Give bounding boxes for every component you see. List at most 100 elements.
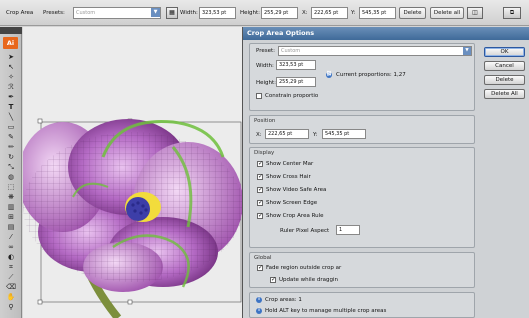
slice-tool-icon[interactable]: ⟋ [5,273,17,282]
position-x-field[interactable]: 222,65 pt [265,129,309,139]
constrain-proportions-label: Constrain proportio [265,93,319,99]
eraser-tool-icon[interactable]: ⌫ [5,283,17,292]
dialog-title[interactable]: Crop Area Options [243,27,529,40]
global-title: Global [254,255,272,261]
presets-value: Custom [76,10,96,16]
delete-all-button[interactable]: Delete all [430,7,464,19]
cancel-button[interactable]: Cancel [484,61,525,71]
show-cross-hairs-checkbox[interactable] [257,173,263,180]
constrain-proportions-checkbox[interactable] [256,93,262,99]
x-label: X: [302,10,308,16]
live-paint-tool-icon[interactable]: ◐ [5,253,17,262]
x-field[interactable]: 222,65 pt [311,7,348,19]
hand-tool-icon[interactable]: ✋ [5,293,17,302]
delete-button[interactable]: Delete [484,75,525,85]
chevron-down-icon: ▼ [151,8,160,17]
tools-panel-header[interactable] [0,27,22,34]
update-while-dragging-checkbox[interactable] [270,276,276,283]
show-screen-edge-checkbox[interactable] [257,199,263,206]
preset-dropdown[interactable]: Custom ▼ [278,46,472,56]
width-field[interactable]: 323,53 pt [276,60,316,70]
crop-area-tool-icon[interactable]: ⌗ [5,263,17,272]
width-label: Width: [256,63,274,69]
presets-label: Presets: [43,10,65,16]
alt-key-hint: Hold ALT key to manage multiple crop are… [265,308,387,314]
zoom-tool-icon[interactable]: ⚲ [5,303,17,312]
line-tool-icon[interactable]: ╲ [5,113,17,122]
height-label: Height: [240,10,261,16]
symbol-sprayer-tool-icon[interactable]: ❋ [5,193,17,202]
preset-group: Preset: Custom ▼ Width: 323,53 pt ⛓ Curr… [249,43,475,111]
position-group: Position X: 222,65 pt Y: 545,35 pt [249,115,475,144]
position-x-label: X: [256,132,262,138]
presets-dropdown[interactable]: Custom ▼ [73,7,161,19]
blend-tool-icon[interactable]: ∞ [5,243,17,252]
ai-logo: Ai [3,37,18,49]
height-field[interactable]: 255,29 pt [276,77,316,87]
show-center-mark-label: Show Center Mar [266,161,314,167]
control-bar: Crop Area Presets: Custom ▼ ▦ Width: 323… [0,0,529,26]
delete-button[interactable]: Delete [399,7,426,19]
show-center-mark-checkbox[interactable] [257,160,263,167]
y-label: Y: [351,10,356,16]
lasso-tool-icon[interactable]: ℛ [5,83,17,92]
link-proportions-icon[interactable]: ⛓ [326,72,332,78]
pencil-tool-icon[interactable]: ✏ [5,143,17,152]
display-title: Display [254,150,275,156]
info-group: i Crop areas: 1 i Hold ALT key to manage… [249,292,475,318]
scale-tool-icon[interactable]: ⤡ [5,163,17,172]
show-screen-edge-label: Show Screen Edge [266,200,318,206]
fade-region-checkbox[interactable] [257,264,263,271]
ok-button[interactable]: OK [484,47,525,57]
pen-tool-icon[interactable]: ✒ [5,93,17,102]
crop-area-options-dialog: Crop Area Options Preset: Custom ▼ Width… [242,27,529,318]
mesh-tool-icon[interactable]: ⊞ [5,213,17,222]
info-icon: i [256,308,262,314]
crop-area-label: Crop Area [6,10,34,16]
flower-artwork [23,118,242,318]
artboard-canvas[interactable] [23,27,242,318]
preset-value: Custom [281,48,301,54]
warp-tool-icon[interactable]: ◍ [5,173,17,182]
width-field[interactable]: 323,53 pt [199,7,236,19]
crop-options-icon[interactable]: ▦ [166,7,178,19]
type-tool-icon[interactable]: T [5,103,17,112]
position-title: Position [254,118,276,124]
free-transform-tool-icon[interactable]: ⬚ [5,183,17,192]
crop-areas-count: Crop areas: 1 [265,297,302,303]
height-field[interactable]: 255,29 pt [261,7,298,19]
display-group: Display Show Center Mar Show Cross Hair … [249,147,475,248]
global-group: Global Fade region outside crop ar Updat… [249,252,475,288]
fade-region-label: Fade region outside crop ar [266,265,342,271]
position-y-label: Y: [313,132,318,138]
ruler-pixel-aspect-field[interactable]: 1 [336,225,360,235]
direct-selection-tool-icon[interactable]: ↖ [5,63,17,72]
info-icon: i [256,297,262,303]
magic-wand-tool-icon[interactable]: ✧ [5,73,17,82]
preset-label: Preset: [256,48,276,54]
height-label: Height: [256,80,277,86]
position-y-field[interactable]: 545,35 pt [322,129,366,139]
panel-menu-icon[interactable]: ⧉ [503,7,521,19]
crop-area-preset-icon[interactable]: ◫ [467,7,483,19]
selection-tool-icon[interactable]: ➤ [5,53,17,62]
show-crop-area-rulers-checkbox[interactable] [257,212,263,219]
ruler-pixel-aspect-label: Ruler Pixel Aspect [280,228,330,234]
update-while-dragging-label: Update while draggin [279,277,338,283]
rotate-tool-icon[interactable]: ↻ [5,153,17,162]
show-video-safe-label: Show Video Safe Area [266,187,327,193]
show-cross-hairs-label: Show Cross Hair [266,174,311,180]
paintbrush-tool-icon[interactable]: ✎ [5,133,17,142]
column-graph-tool-icon[interactable]: ▥ [5,203,17,212]
rectangle-tool-icon[interactable]: ▭ [5,123,17,132]
y-field[interactable]: 545,35 pt [359,7,396,19]
delete-all-button[interactable]: Delete All [484,89,525,99]
gradient-tool-icon[interactable]: ▤ [5,223,17,232]
width-label: Width: [180,10,198,16]
show-video-safe-checkbox[interactable] [257,186,263,193]
current-proportions: Current proportions: 1,27 [336,72,406,78]
show-crop-area-rulers-label: Show Crop Area Rule [266,213,324,219]
chevron-down-icon: ▼ [463,47,471,55]
eyedropper-tool-icon[interactable]: ⁄ [5,233,17,242]
tools-panel: Ai ➤ ↖ ✧ ℛ ✒ T ╲ ▭ ✎ ✏ ↻ ⤡ ◍ ⬚ ❋ ▥ ⊞ ▤ ⁄… [0,27,22,318]
